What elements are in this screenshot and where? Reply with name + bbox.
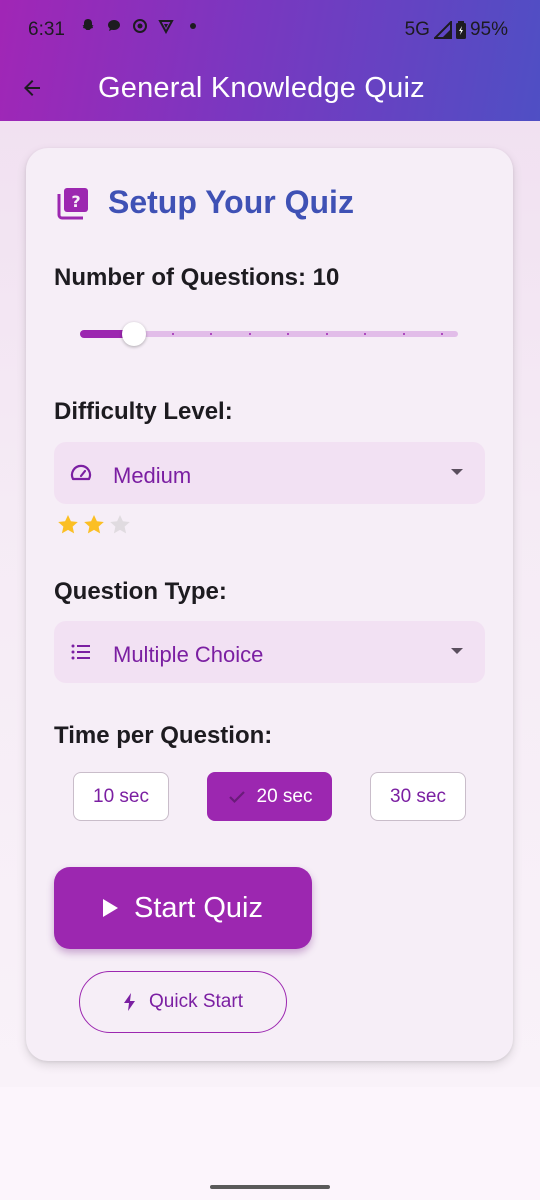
slider-tick — [248, 333, 251, 335]
question-type-value: Multiple Choice — [113, 642, 264, 667]
quiz-setup-card: ? Setup Your Quiz Number of Questions: 1… — [26, 148, 513, 1061]
time-chip-20[interactable]: 20 sec — [207, 772, 332, 821]
notification-icons — [80, 18, 196, 35]
snapchat-icon — [80, 18, 96, 34]
time-chip-label: 10 sec — [93, 785, 149, 807]
status-time: 6:31 — [28, 19, 65, 40]
quiz-icon: ? — [57, 187, 88, 219]
slider-tick — [441, 333, 443, 335]
quick-start-label: Quick Start — [149, 991, 243, 1012]
play-icon — [103, 899, 119, 917]
slider-tick — [171, 333, 174, 335]
signal-icon — [433, 21, 452, 39]
bottom-area — [0, 1087, 540, 1200]
time-chip-label: 30 sec — [390, 785, 446, 807]
chevron-down-icon — [451, 648, 463, 654]
home-indicator[interactable] — [210, 1185, 330, 1189]
slider-tick — [325, 333, 328, 335]
questions-slider[interactable] — [80, 320, 458, 348]
more-notifications-icon — [190, 23, 196, 29]
network-label: 5G — [404, 19, 430, 40]
slider-tick — [95, 333, 97, 335]
vpn-icon — [158, 18, 174, 35]
card-title: Setup Your Quiz — [108, 184, 354, 220]
time-chip-10[interactable]: 10 sec — [73, 772, 169, 821]
arrow-back-icon — [24, 80, 40, 96]
time-chip-30[interactable]: 30 sec — [370, 772, 466, 821]
difficulty-dropdown[interactable]: Medium — [54, 442, 485, 504]
question-type-dropdown[interactable]: Multiple Choice — [54, 621, 485, 683]
time-label: Time per Question: — [54, 722, 273, 749]
quick-start-button[interactable]: Quick Start — [79, 971, 287, 1033]
difficulty-label: Difficulty Level: — [54, 398, 233, 425]
start-quiz-label: Start Quiz — [134, 891, 263, 924]
start-quiz-button[interactable]: Start Quiz — [54, 867, 312, 949]
card-header: ? Setup Your Quiz — [56, 184, 354, 221]
battery-level: 95% — [469, 19, 508, 40]
slider-thumb[interactable] — [122, 322, 147, 346]
bolt-icon — [124, 993, 135, 1011]
star-filled-icon — [58, 515, 78, 534]
star-filled-icon — [84, 515, 104, 534]
battery-icon — [455, 21, 466, 39]
status-bar: 6:31 5G 95% — [0, 0, 540, 60]
app-title: General Knowledge Quiz — [98, 72, 425, 104]
status-right: 5G 95% — [405, 19, 508, 41]
sync-icon — [132, 18, 148, 34]
difficulty-value: Medium — [113, 463, 192, 488]
chat-icon — [106, 18, 122, 34]
slider-tick — [402, 333, 405, 335]
question-type-label: Question Type: — [54, 578, 227, 605]
questions-label: Number of Questions: 10 — [54, 264, 340, 291]
chevron-down-icon — [451, 469, 463, 475]
speedometer-icon — [70, 464, 92, 481]
time-chip-label: 20 sec — [256, 785, 313, 807]
svg-text:?: ? — [71, 192, 80, 211]
star-empty-icon — [110, 515, 130, 534]
difficulty-stars — [56, 513, 132, 537]
list-icon — [71, 644, 90, 660]
check-icon — [228, 790, 245, 803]
back-button[interactable] — [20, 76, 44, 100]
